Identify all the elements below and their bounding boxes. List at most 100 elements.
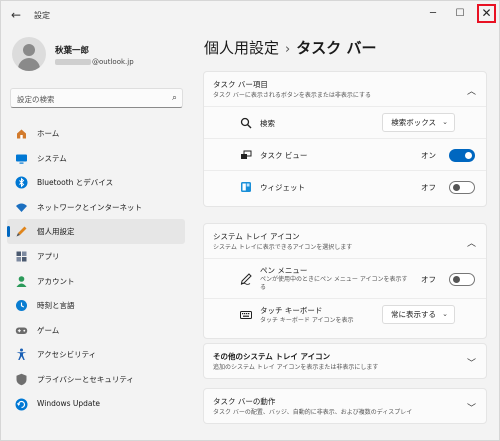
widgets-state: オフ (421, 183, 436, 192)
pen-icon (240, 273, 252, 285)
section-subtitle: タスク バーに表示されるボタンを表示または非表示にする (213, 92, 371, 99)
widgets-toggle[interactable] (449, 181, 475, 194)
taskview-label: タスク ビュー (260, 151, 308, 160)
sidebar-item-label: アクセシビリティ (37, 350, 97, 360)
page-title: タスク バー (296, 39, 377, 57)
title-bar: ← 設定 ─ ☐ ✕ (1, 1, 500, 29)
sidebar-item-gaming[interactable]: ゲーム (7, 318, 185, 343)
sidebar-nav: ホーム システム Bluetooth とデバイス ネットワークとインターネット … (7, 121, 185, 416)
sidebar-item-windows-update[interactable]: Windows Update (7, 392, 185, 417)
section-title: タスク バーの動作 (213, 397, 276, 406)
breadcrumb: 個人用設定 › タスク バー (204, 37, 376, 58)
sidebar-item-accessibility[interactable]: アクセシビリティ (7, 342, 185, 367)
taskview-row: タスク ビュー オン (204, 138, 486, 170)
sidebar-item-accounts[interactable]: アカウント (7, 269, 185, 294)
profile-email: @outlook.jp (55, 58, 134, 66)
sidebar-item-apps[interactable]: アプリ (7, 244, 185, 269)
section-subtitle: 追加のシステム トレイ アイコンを表示または非表示にします (213, 364, 379, 371)
sidebar-item-label: ホーム (37, 129, 60, 138)
avatar[interactable] (12, 37, 46, 71)
pen-menu-label: ペン メニュー (260, 266, 308, 275)
section-title: その他のシステム トレイ アイコン (213, 352, 331, 361)
privacy-icon (16, 373, 27, 386)
widgets-icon (241, 182, 251, 192)
system-icon (16, 154, 27, 164)
taskview-toggle[interactable] (449, 149, 475, 162)
pen-menu-toggle[interactable] (449, 273, 475, 286)
section-title: システム トレイ アイコン (213, 232, 300, 241)
taskbar-items-header[interactable]: タスク バー項目 タスク バーに表示されるボタンを表示または非表示にする ︿ (204, 72, 486, 106)
home-icon (17, 129, 26, 139)
system-tray-header[interactable]: システム トレイ アイコン システム トレイに表示できるアイコンを選択します ︿ (204, 224, 486, 258)
search-mode-value: 検索ボックス (391, 118, 436, 127)
other-tray-section[interactable]: その他のシステム トレイ アイコン 追加のシステム トレイ アイコンを表示または… (203, 343, 487, 379)
profile-name: 秋葉一郎 (55, 46, 90, 56)
search-input[interactable]: 設定の検索 ⌕ (10, 88, 183, 108)
settings-window: ← 設定 ─ ☐ ✕ 秋葉一郎 @outlook.jp 設定の検索 ⌕ ホーム … (0, 0, 500, 441)
sidebar-item-personalization[interactable]: 個人用設定 (7, 219, 185, 244)
sidebar-item-label: 個人用設定 (37, 227, 75, 237)
search-mode-dropdown[interactable]: 検索ボックス ⌄ (382, 113, 455, 132)
taskbar-items-section: タスク バー項目 タスク バーに表示されるボタンを表示または非表示にする ︿ 検… (203, 71, 487, 207)
network-icon (16, 203, 27, 212)
personalization-icon (16, 226, 27, 237)
gaming-icon (15, 327, 28, 334)
maximize-button[interactable]: ☐ (450, 5, 470, 23)
avatar-head-shape (23, 44, 35, 56)
accessibility-icon (16, 348, 27, 361)
sidebar-item-bluetooth[interactable]: Bluetooth とデバイス (7, 170, 185, 195)
task-view-icon (241, 150, 252, 159)
sidebar-item-home[interactable]: ホーム (7, 121, 185, 146)
sidebar-item-label: アプリ (37, 251, 60, 261)
search-placeholder: 設定の検索 (17, 95, 55, 104)
pen-menu-row: ペン メニュー ペンが使用中のときにペン メニュー アイコンを表示する オフ (204, 258, 486, 298)
email-redaction (55, 59, 91, 65)
sidebar-item-label: Bluetooth とデバイス (37, 178, 114, 188)
avatar-body-shape (18, 58, 40, 71)
breadcrumb-parent[interactable]: 個人用設定 (204, 39, 279, 57)
profile-email-domain: @outlook.jp (92, 58, 134, 66)
search-label: 検索 (260, 119, 275, 128)
section-subtitle: システム トレイに表示できるアイコンを選択します (213, 244, 353, 251)
widgets-label: ウィジェット (260, 183, 305, 192)
sidebar-item-network[interactable]: ネットワークとインターネット (7, 195, 185, 220)
apps-icon (16, 251, 27, 262)
sidebar-item-system[interactable]: システム (7, 146, 185, 171)
taskbar-behaviors-section[interactable]: タスク バーの動作 タスク バーの配置、バッジ、自動的に非表示、および複数のディ… (203, 388, 487, 424)
section-title: タスク バー項目 (213, 80, 268, 89)
close-button[interactable]: ✕ (477, 4, 496, 23)
sidebar-item-label: 時刻と言語 (37, 301, 75, 311)
sidebar-item-label: Windows Update (37, 398, 101, 408)
back-button[interactable]: ← (8, 7, 24, 23)
widgets-row: ウィジェット オフ (204, 170, 486, 202)
sidebar-item-label: アカウント (37, 276, 75, 286)
search-icon: ⌕ (171, 93, 177, 103)
taskview-state: オン (421, 151, 436, 160)
sidebar-item-privacy[interactable]: プライバシーとセキュリティ (7, 367, 185, 392)
chevron-down-icon[interactable]: ﹀ (467, 401, 476, 414)
bluetooth-icon (15, 176, 28, 189)
other-tray-header[interactable]: その他のシステム トレイ アイコン 追加のシステム トレイ アイコンを表示または… (204, 344, 486, 378)
chevron-down-icon: ⌄ (442, 118, 448, 126)
minimize-button[interactable]: ─ (423, 5, 443, 23)
taskbar-behaviors-header[interactable]: タスク バーの動作 タスク バーの配置、バッジ、自動的に非表示、および複数のディ… (204, 389, 486, 423)
sidebar-item-time-language[interactable]: 時刻と言語 (7, 293, 185, 318)
touch-keyboard-value: 常に表示する (391, 310, 436, 319)
chevron-up-icon[interactable]: ︿ (467, 236, 476, 249)
accounts-icon (16, 275, 27, 287)
section-subtitle: タスク バーの配置、バッジ、自動的に非表示、および複数のディスプレイ (213, 409, 413, 416)
sidebar-item-label: システム (37, 153, 67, 163)
touch-keyboard-row: タッチ キーボード タッチ キーボード アイコンを表示 常に表示する ⌄ (204, 298, 486, 330)
pen-menu-state: オフ (421, 275, 436, 284)
touch-keyboard-dropdown[interactable]: 常に表示する ⌄ (382, 305, 455, 324)
sidebar-item-label: ゲーム (37, 325, 60, 335)
chevron-down-icon[interactable]: ﹀ (467, 356, 476, 369)
taskbar-search-row: 検索 検索ボックス ⌄ (204, 106, 486, 138)
chevron-up-icon[interactable]: ︿ (467, 84, 476, 97)
sidebar-item-label: プライバシーとセキュリティ (37, 374, 134, 384)
pen-menu-description: ペンが使用中のときにペン メニュー アイコンを表示する (260, 276, 408, 291)
sidebar-item-label: ネットワークとインターネット (37, 202, 142, 212)
breadcrumb-separator: › (285, 42, 291, 57)
touch-keyboard-label: タッチ キーボード (260, 306, 323, 315)
system-tray-section: システム トレイ アイコン システム トレイに表示できるアイコンを選択します ︿… (203, 223, 487, 339)
